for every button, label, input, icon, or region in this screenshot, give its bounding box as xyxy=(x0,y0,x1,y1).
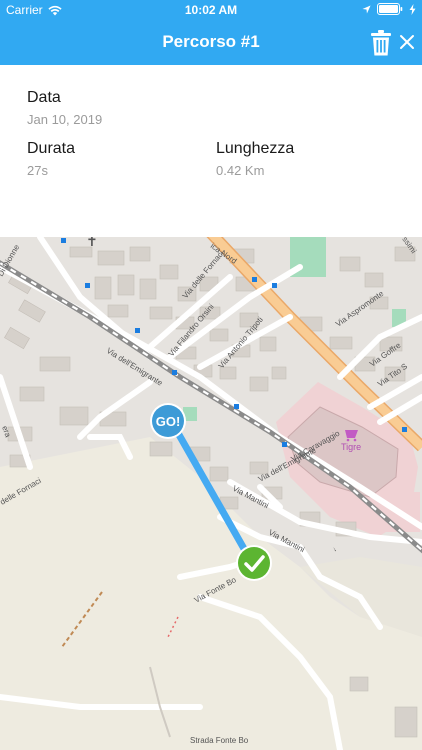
length-label: Lunghezza xyxy=(216,140,295,157)
start-marker-label: GO! xyxy=(156,414,181,429)
charging-bolt-icon xyxy=(409,3,416,15)
delete-button[interactable] xyxy=(369,29,393,57)
start-marker[interactable]: GO! xyxy=(150,403,186,439)
date-value: Jan 10, 2019 xyxy=(27,112,103,127)
duration-label: Durata xyxy=(27,140,76,157)
church-icon: ✝ xyxy=(86,237,98,249)
clock: 10:02 AM xyxy=(184,3,238,17)
trash-icon xyxy=(371,30,391,56)
map-canvas[interactable]: ✝ Di Dionne Via dell'Emigrante Via delle… xyxy=(0,237,422,750)
status-bar: Carrier 10:02 AM xyxy=(0,0,422,20)
location-arrow-icon xyxy=(362,4,371,14)
length-value: 0.42 Km xyxy=(216,163,265,178)
date-label: Data xyxy=(27,89,61,106)
poi-name: Tigre xyxy=(341,442,361,452)
street-label-strada-fonte: Strada Fonte Bo xyxy=(190,736,249,745)
duration-value: 27s xyxy=(27,163,48,178)
route-details: Data Jan 10, 2019 Durata 27s Lunghezza 0… xyxy=(0,65,422,237)
route-map[interactable]: ✝ Di Dionne Via dell'Emigrante Via delle… xyxy=(0,237,422,750)
page-title: Percorso #1 xyxy=(162,32,260,51)
battery-icon xyxy=(377,3,403,15)
navigation-bar: Percorso #1 xyxy=(0,20,422,65)
close-button[interactable] xyxy=(397,32,417,52)
end-marker[interactable] xyxy=(236,545,272,581)
close-icon xyxy=(400,35,414,49)
